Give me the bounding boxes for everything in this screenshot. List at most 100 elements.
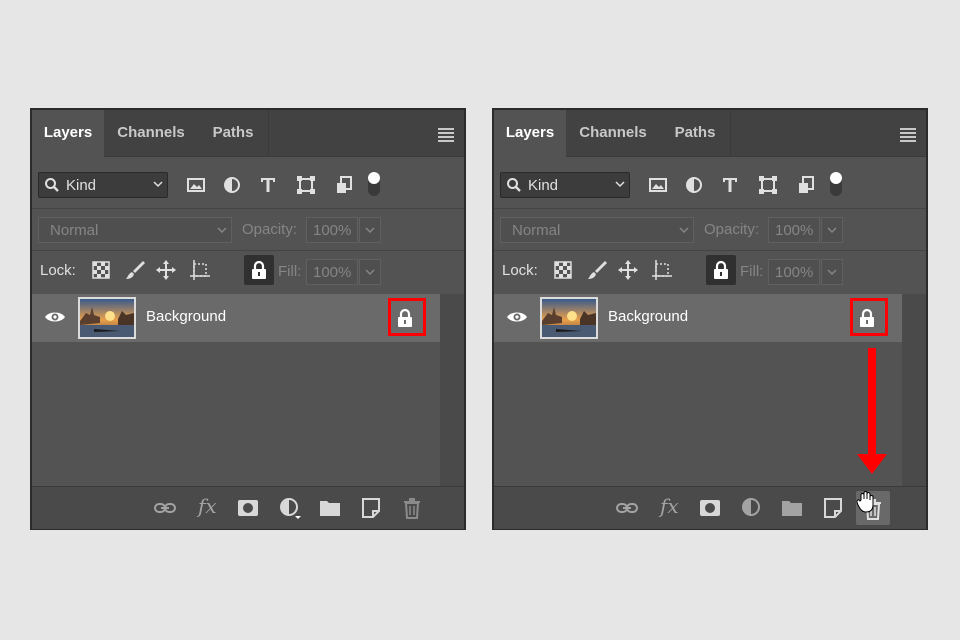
kind-label: Kind — [528, 177, 559, 194]
layers-panel-left: Layers Channels Paths Kind Normal Opacit… — [30, 108, 466, 530]
shape-filter-icon[interactable] — [295, 174, 317, 196]
opacity-label: Opacity: — [242, 221, 298, 238]
blend-mode-dropdown[interactable]: Normal — [38, 217, 232, 243]
fx-icon[interactable]: fx — [198, 494, 217, 518]
link-icon[interactable] — [154, 497, 176, 519]
new-layer-icon[interactable] — [822, 497, 844, 519]
opacity-slider-toggle[interactable] — [359, 217, 381, 243]
chevron-down-icon — [679, 227, 689, 234]
visibility-eye-icon[interactable] — [506, 309, 528, 325]
chevron-down-icon — [615, 181, 625, 188]
chevron-down-icon — [827, 227, 837, 234]
tab-channels[interactable]: Channels — [104, 110, 198, 156]
tab-layers[interactable]: Layers — [32, 110, 104, 157]
layers-footer-toolbar: fx — [32, 486, 464, 529]
smart-object-filter-icon[interactable] — [333, 174, 355, 196]
lock-all-button[interactable] — [244, 255, 274, 285]
opacity-value: 100% — [775, 222, 814, 239]
fill-field[interactable]: 100% — [306, 259, 358, 285]
lock-highlight-box — [388, 298, 426, 336]
trash-icon[interactable] — [401, 497, 423, 519]
adjustment-icon[interactable] — [741, 497, 763, 519]
mask-icon[interactable] — [699, 497, 721, 519]
pixel-filter-icon[interactable] — [647, 174, 669, 196]
venice-photo-thumbnail-icon — [80, 299, 134, 337]
layer-name[interactable]: Background — [146, 308, 226, 325]
drag-arrow-shaft — [868, 348, 876, 456]
panel-tab-bar: Layers Channels Paths — [494, 110, 926, 157]
fill-slider-toggle[interactable] — [359, 259, 381, 285]
lock-artboard-icon[interactable] — [189, 259, 211, 281]
opacity-value: 100% — [313, 222, 352, 239]
blend-mode-value: Normal — [512, 222, 561, 239]
kind-label: Kind — [66, 177, 97, 194]
pixel-filter-icon[interactable] — [185, 174, 207, 196]
visibility-eye-icon[interactable] — [44, 309, 66, 325]
layers-scrollbar[interactable] — [440, 294, 464, 486]
type-filter-icon[interactable] — [257, 174, 279, 196]
layers-scrollbar[interactable] — [902, 294, 926, 486]
lock-artboard-icon[interactable] — [651, 259, 673, 281]
panel-menu-icon[interactable] — [438, 128, 454, 142]
tab-paths[interactable]: Paths — [660, 110, 731, 156]
opacity-label: Opacity: — [704, 221, 760, 238]
divider — [494, 250, 926, 251]
tab-paths[interactable]: Paths — [198, 110, 269, 156]
search-icon — [507, 178, 521, 192]
fx-icon[interactable]: fx — [660, 494, 679, 518]
filter-toggle-icon[interactable] — [828, 170, 844, 198]
lock-image-pixels-icon[interactable] — [124, 259, 146, 281]
fill-slider-toggle[interactable] — [821, 259, 843, 285]
lock-image-pixels-icon[interactable] — [586, 259, 608, 281]
panel-menu-icon[interactable] — [900, 128, 916, 142]
adjustment-filter-icon[interactable] — [683, 174, 705, 196]
adjustment-icon[interactable] — [279, 497, 301, 519]
chevron-down-icon — [365, 269, 375, 276]
tab-channels[interactable]: Channels — [566, 110, 660, 156]
folder-icon[interactable] — [319, 497, 341, 519]
fill-label: Fill: — [740, 263, 764, 280]
kind-filter-dropdown[interactable]: Kind — [38, 172, 168, 198]
opacity-slider-toggle[interactable] — [821, 217, 843, 243]
smart-object-filter-icon[interactable] — [795, 174, 817, 196]
lock-position-icon[interactable] — [617, 259, 639, 281]
lock-all-button[interactable] — [706, 255, 736, 285]
chevron-down-icon — [365, 227, 375, 234]
lock-position-icon[interactable] — [155, 259, 177, 281]
layer-row-background[interactable]: Background — [32, 294, 440, 342]
fill-label: Fill: — [278, 263, 302, 280]
opacity-field[interactable]: 100% — [306, 217, 358, 243]
tab-layers[interactable]: Layers — [494, 110, 566, 157]
lock-transparent-pixels-icon[interactable] — [552, 259, 574, 281]
opacity-field[interactable]: 100% — [768, 217, 820, 243]
mask-icon[interactable] — [237, 497, 259, 519]
drag-arrow-head — [857, 454, 887, 474]
venice-photo-thumbnail-icon — [542, 299, 596, 337]
panel-tab-bar: Layers Channels Paths — [32, 110, 464, 157]
lock-highlight-box — [850, 298, 888, 336]
folder-icon[interactable] — [781, 497, 803, 519]
divider — [494, 208, 926, 209]
lock-icon — [252, 260, 266, 279]
shape-filter-icon[interactable] — [757, 174, 779, 196]
fill-value: 100% — [775, 264, 814, 281]
type-filter-icon[interactable] — [719, 174, 741, 196]
layers-panel-right: Layers Channels Paths Kind Normal Opacit… — [492, 108, 928, 530]
link-icon[interactable] — [616, 497, 638, 519]
adjustment-filter-icon[interactable] — [221, 174, 243, 196]
new-layer-icon[interactable] — [360, 497, 382, 519]
lock-label: Lock: — [40, 262, 76, 279]
divider — [32, 208, 464, 209]
divider — [32, 250, 464, 251]
layer-name[interactable]: Background — [608, 308, 688, 325]
kind-filter-dropdown[interactable]: Kind — [500, 172, 630, 198]
lock-transparent-pixels-icon[interactable] — [90, 259, 112, 281]
layer-row-background[interactable]: Background — [494, 294, 902, 342]
fill-value: 100% — [313, 264, 352, 281]
filter-toggle-icon[interactable] — [366, 170, 382, 198]
fill-field[interactable]: 100% — [768, 259, 820, 285]
chevron-down-icon — [217, 227, 227, 234]
layer-thumbnail — [78, 297, 136, 339]
blend-mode-dropdown[interactable]: Normal — [500, 217, 694, 243]
lock-icon — [714, 260, 728, 279]
